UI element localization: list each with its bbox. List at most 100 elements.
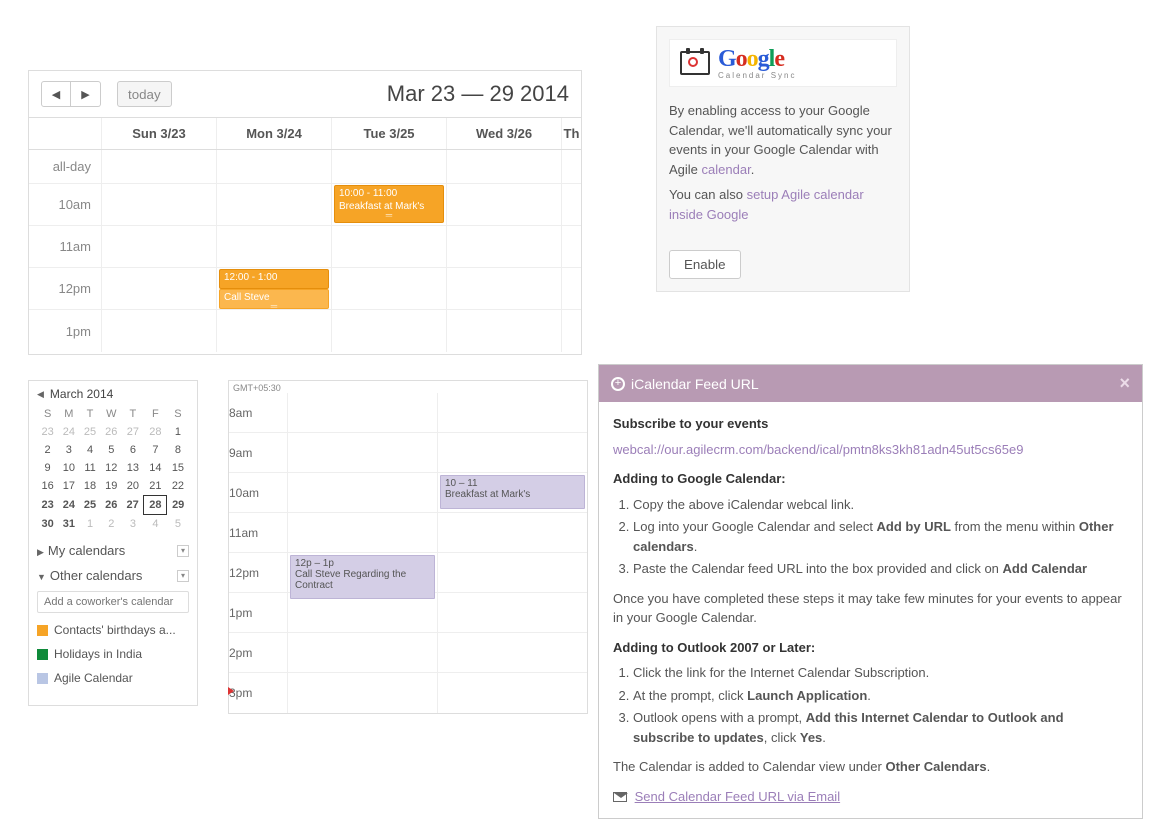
week-cell[interactable]: [101, 150, 216, 183]
day[interactable]: 7: [144, 441, 167, 459]
day[interactable]: 25: [79, 496, 100, 515]
week-cell[interactable]: 12:00 - 1:00 Call Steve ═: [216, 268, 331, 309]
day[interactable]: 2: [101, 515, 122, 534]
day[interactable]: 13: [122, 459, 144, 477]
week-cell[interactable]: [561, 310, 581, 352]
week-cell[interactable]: [446, 184, 561, 225]
day[interactable]: 4: [79, 441, 100, 459]
day[interactable]: 17: [58, 477, 79, 496]
week-cell[interactable]: [437, 433, 587, 472]
my-calendars-toggle[interactable]: ▶My calendars ▾: [37, 543, 189, 558]
week-cell[interactable]: [446, 226, 561, 267]
day[interactable]: 29: [167, 496, 189, 515]
day[interactable]: 15: [167, 459, 189, 477]
event-breakfast[interactable]: 10:00 - 11:00 Breakfast at Mark's ═: [334, 185, 444, 223]
day[interactable]: 5: [101, 441, 122, 459]
day[interactable]: 27: [122, 496, 144, 515]
day[interactable]: 24: [58, 423, 79, 441]
day[interactable]: 28: [144, 423, 167, 441]
prev-week-button[interactable]: ◀: [41, 81, 71, 107]
add-coworker-input[interactable]: [37, 591, 189, 613]
week-cell[interactable]: 10 – 11 Breakfast at Mark's: [437, 473, 587, 512]
next-week-button[interactable]: ▶: [71, 81, 101, 107]
day[interactable]: 25: [79, 423, 100, 441]
day[interactable]: 23: [37, 423, 58, 441]
day[interactable]: 21: [144, 477, 167, 496]
week-cell[interactable]: [101, 268, 216, 309]
event-call-steve-body[interactable]: Call Steve ═: [219, 289, 329, 309]
week-cell[interactable]: [437, 593, 587, 632]
week-cell[interactable]: [216, 150, 331, 183]
day[interactable]: 14: [144, 459, 167, 477]
day[interactable]: 19: [101, 477, 122, 496]
resize-handle-icon[interactable]: ═: [224, 304, 324, 309]
week-cell[interactable]: [331, 226, 446, 267]
week-cell[interactable]: [561, 150, 581, 183]
event-breakfast[interactable]: 10 – 11 Breakfast at Mark's: [440, 475, 585, 509]
calendar-item[interactable]: Contacts' birthdays a...: [37, 623, 189, 637]
week-cell[interactable]: [446, 150, 561, 183]
week-cell[interactable]: [287, 393, 437, 432]
day[interactable]: 11: [79, 459, 100, 477]
day[interactable]: 1: [79, 515, 100, 534]
day[interactable]: 27: [122, 423, 144, 441]
day[interactable]: 9: [37, 459, 58, 477]
week-cell[interactable]: [446, 268, 561, 309]
calendar-item[interactable]: Agile Calendar: [37, 671, 189, 685]
resize-handle-icon[interactable]: ═: [339, 213, 439, 218]
week-cell[interactable]: [287, 513, 437, 552]
day[interactable]: 18: [79, 477, 100, 496]
day[interactable]: 12: [101, 459, 122, 477]
week-cell[interactable]: [561, 226, 581, 267]
week-cell[interactable]: [446, 310, 561, 352]
day[interactable]: 1: [167, 423, 189, 441]
send-email-link[interactable]: Send Calendar Feed URL via Email: [635, 789, 840, 804]
enable-button[interactable]: Enable: [669, 250, 741, 279]
week-cell[interactable]: [331, 150, 446, 183]
day[interactable]: 3: [58, 441, 79, 459]
week-cell[interactable]: [437, 553, 587, 592]
week-cell[interactable]: [287, 633, 437, 672]
week-cell[interactable]: 12p – 1p Call Steve Regarding the Contra…: [287, 553, 437, 592]
week-cell[interactable]: [287, 593, 437, 632]
day[interactable]: 23: [37, 496, 58, 515]
day[interactable]: 26: [101, 423, 122, 441]
day[interactable]: 6: [122, 441, 144, 459]
week-cell[interactable]: [437, 633, 587, 672]
week-cell[interactable]: [561, 184, 581, 225]
close-icon[interactable]: ×: [1119, 373, 1130, 394]
day[interactable]: 20: [122, 477, 144, 496]
week-cell[interactable]: [561, 268, 581, 309]
dropdown-icon[interactable]: ▾: [177, 545, 189, 557]
week-cell[interactable]: [437, 393, 587, 432]
week-cell[interactable]: [101, 310, 216, 352]
day[interactable]: 8: [167, 441, 189, 459]
dropdown-icon[interactable]: ▾: [177, 570, 189, 582]
week-cell[interactable]: [287, 473, 437, 512]
week-cell[interactable]: [287, 433, 437, 472]
day[interactable]: 22: [167, 477, 189, 496]
day[interactable]: 5: [167, 515, 189, 534]
week-cell[interactable]: [216, 184, 331, 225]
today-button[interactable]: today: [117, 81, 172, 107]
webcal-url[interactable]: webcal://our.agilecrm.com/backend/ical/p…: [613, 440, 1128, 460]
week-cell[interactable]: [216, 310, 331, 352]
day[interactable]: 10: [58, 459, 79, 477]
week-cell[interactable]: [437, 513, 587, 552]
chevron-left-icon[interactable]: ◀: [37, 389, 44, 400]
week-cell[interactable]: [331, 268, 446, 309]
day[interactable]: 3: [122, 515, 144, 534]
day[interactable]: 4: [144, 515, 167, 534]
day[interactable]: 16: [37, 477, 58, 496]
week-cell[interactable]: [101, 226, 216, 267]
other-calendars-toggle[interactable]: ▼Other calendars ▾: [37, 568, 189, 583]
day[interactable]: 26: [101, 496, 122, 515]
week-cell[interactable]: 10:00 - 11:00 Breakfast at Mark's ═: [331, 184, 446, 225]
calendar-item[interactable]: Holidays in India: [37, 647, 189, 661]
event-call-steve[interactable]: 12:00 - 1:00: [219, 269, 329, 289]
day[interactable]: 2: [37, 441, 58, 459]
calendar-link[interactable]: calendar: [702, 162, 751, 177]
day[interactable]: 24: [58, 496, 79, 515]
week-cell[interactable]: [287, 673, 437, 713]
week-cell[interactable]: [437, 673, 587, 713]
